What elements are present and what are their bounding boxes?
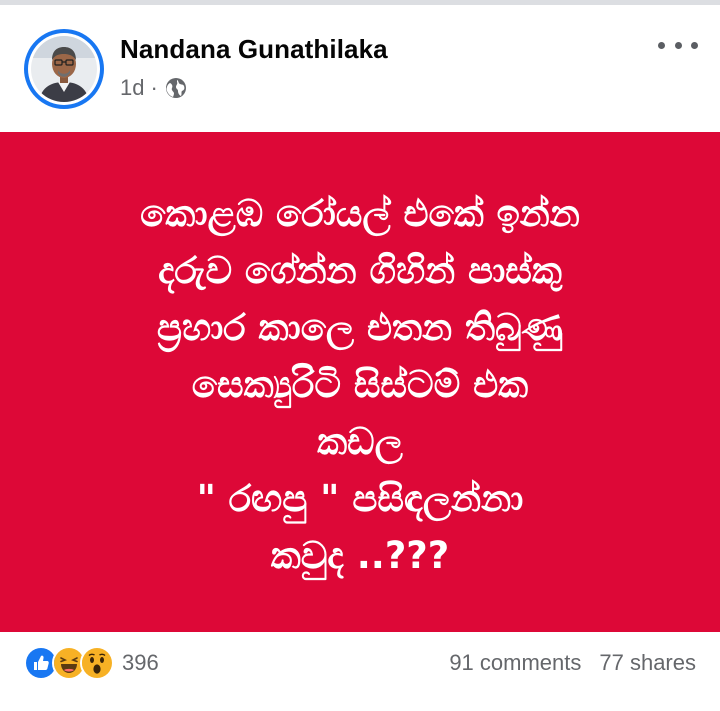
post-text-line: දරුව ගේන්න ගිහින් පාස්කු (158, 248, 562, 292)
post-meta: 1d · (120, 75, 187, 101)
profile-photo (31, 36, 97, 102)
more-horizontal-icon (658, 41, 665, 49)
author-name[interactable]: Nandana Gunathilaka (120, 34, 388, 65)
post-text-line: " රඟපු " පසිඳලන්නා (196, 476, 524, 520)
meta-separator: · (150, 75, 158, 100)
post-timestamp[interactable]: 1d (120, 75, 144, 101)
globe-icon[interactable] (165, 77, 187, 99)
engagement-stats: 91 comments 77 shares (449, 650, 696, 676)
post-text-line: කවුද ..??? (270, 533, 450, 577)
post-text-line: කඩල (317, 419, 403, 463)
shares-link[interactable]: 77 shares (599, 650, 696, 676)
post-text-line: ප්‍රහාර කාලෙ එතන තිබුණු (156, 305, 564, 349)
post-text-line: සෙක්‍යුරිටි සිස්ටම් එක (191, 362, 529, 406)
more-options-button[interactable] (658, 35, 698, 55)
wow-icon (80, 646, 114, 680)
avatar[interactable] (24, 29, 104, 109)
post-header: Nandana Gunathilaka 1d · (0, 5, 720, 132)
reaction-count: 396 (122, 650, 159, 675)
post-footer: 396 91 comments 77 shares (0, 632, 720, 711)
post-text-card: කොළඹ රෝයල් එකේ ඉන්න දරුව ගේන්න ගිහින් පා… (0, 132, 720, 632)
reaction-summary[interactable]: 396 (24, 646, 159, 680)
comments-link[interactable]: 91 comments (449, 650, 581, 676)
post-text-line: කොළඹ රෝයල් එකේ ඉන්න (140, 191, 580, 235)
post-text: කොළඹ රෝයල් එකේ ඉන්න දරුව ගේන්න ගිහින් පා… (50, 181, 670, 584)
